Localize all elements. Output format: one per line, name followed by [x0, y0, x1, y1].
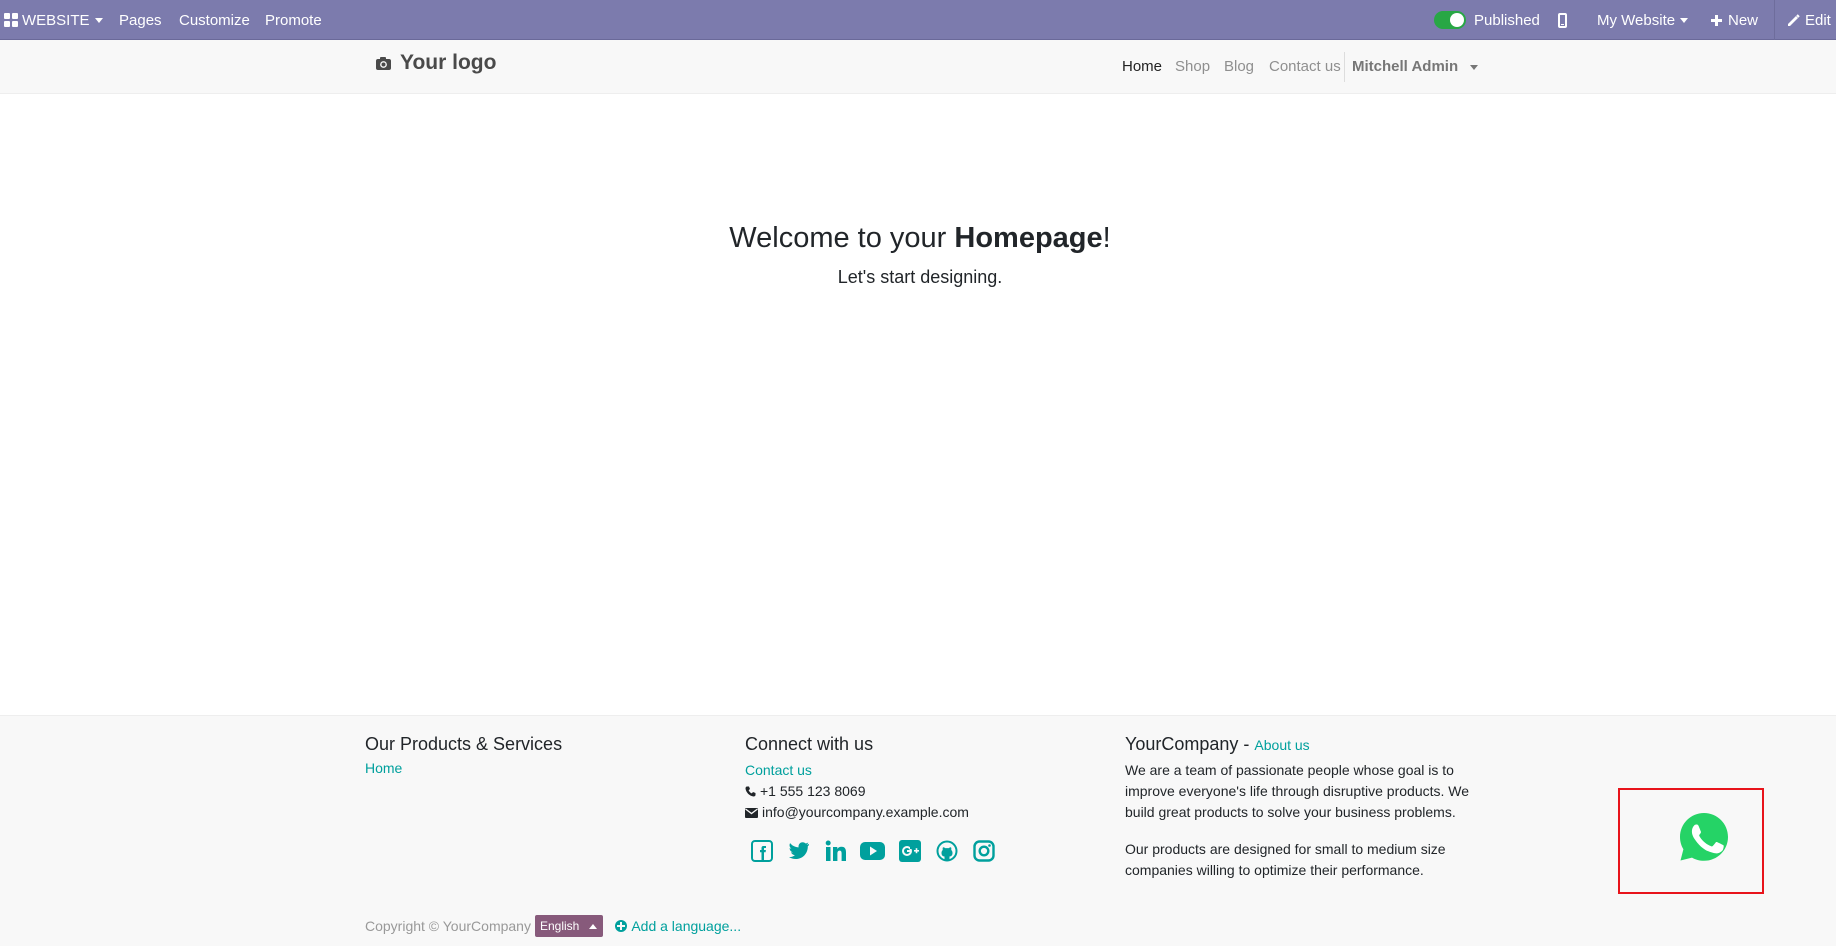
chevron-down-icon [1680, 17, 1689, 23]
google-plus-icon[interactable] [897, 838, 922, 863]
divider [1774, 0, 1775, 40]
site-header: Your logo Home Shop Blog Contact us Mitc… [0, 40, 1836, 94]
apps-icon [4, 13, 18, 27]
site-logo[interactable]: Your logo [375, 51, 496, 75]
user-name: Mitchell Admin [1352, 58, 1459, 75]
about-paragraph-2: Our products are designed for small to m… [1125, 841, 1446, 878]
mobile-icon [1558, 12, 1567, 28]
footer-contact-link[interactable]: Contact us [745, 760, 812, 781]
nav-contact-us[interactable]: Contact us [1269, 40, 1341, 94]
pencil-icon [1788, 13, 1800, 26]
footer-phone: +1 555 123 8069 [745, 781, 1008, 802]
language-label: English [539, 919, 580, 933]
twitter-icon[interactable] [786, 838, 811, 863]
logo-text: Your logo [400, 51, 497, 74]
whatsapp-icon [1680, 813, 1728, 861]
apps-menu-toggle[interactable]: WEBSITE [4, 0, 103, 40]
user-menu[interactable]: Mitchell Admin [1352, 40, 1479, 94]
nav-divider [1344, 52, 1345, 82]
facebook-icon[interactable] [749, 838, 774, 863]
copyright-bar: Copyright © YourCompany English Add a la… [365, 915, 741, 937]
hero-title-suffix: ! [1102, 222, 1111, 254]
hero-title: Welcome to your Homepage! [0, 222, 1836, 255]
published-label: Published [1474, 11, 1540, 29]
site-footer: Our Products & Services Home Connect wit… [0, 715, 1836, 946]
about-us-link[interactable]: About us [1254, 737, 1309, 753]
edit-label: Edit [1805, 11, 1831, 29]
footer-connect-title: Connect with us [745, 734, 874, 754]
language-selector[interactable]: English [534, 915, 604, 937]
whatsapp-button[interactable] [1678, 811, 1730, 863]
footer-home-link[interactable]: Home [365, 760, 402, 776]
envelope-icon [745, 807, 758, 818]
mobile-preview-button[interactable] [1558, 0, 1567, 40]
menu-customize[interactable]: Customize [179, 0, 250, 40]
youtube-icon[interactable] [860, 838, 885, 863]
plus-icon [1711, 14, 1722, 26]
new-label: New [1728, 11, 1759, 29]
nav-home[interactable]: Home [1122, 40, 1162, 94]
footer-email-text: info@yourcompany.example.com [762, 804, 969, 820]
chevron-down-icon [94, 17, 103, 23]
hero-subtitle: Let's start designing. [837, 267, 1003, 287]
footer-about-column: YourCompany - About us We are a team of … [1125, 734, 1480, 881]
website-label: My Website [1597, 11, 1676, 29]
admin-navbar: WEBSITE Pages Customize Promote Publishe… [0, 0, 1836, 40]
copyright-text: Copyright © YourCompany [365, 918, 531, 934]
instagram-icon[interactable] [971, 838, 996, 863]
hero-title-bold: Homepage [954, 222, 1103, 254]
published-toggle[interactable]: Published [1434, 0, 1540, 40]
new-button[interactable]: New [1711, 0, 1758, 40]
chevron-down-icon [1470, 64, 1479, 70]
about-paragraph-1: We are a team of passionate people whose… [1125, 762, 1470, 820]
edit-button[interactable]: Edit [1787, 0, 1831, 40]
plus-circle-icon [615, 920, 628, 932]
website-switcher[interactable]: My Website [1597, 0, 1689, 40]
toggle-switch[interactable] [1434, 11, 1466, 29]
nav-blog[interactable]: Blog [1224, 40, 1254, 94]
footer-phone-text: +1 555 123 8069 [760, 783, 866, 799]
footer-connect-column: Connect with us Contact us +1 555 123 80… [745, 734, 1008, 863]
company-name: YourCompany [1125, 734, 1239, 754]
menu-pages[interactable]: Pages [119, 0, 162, 40]
camera-icon [376, 56, 391, 70]
app-label: WEBSITE [22, 11, 90, 29]
chevron-up-icon [589, 923, 598, 929]
menu-promote[interactable]: Promote [265, 0, 322, 40]
linkedin-icon[interactable] [823, 838, 848, 863]
hero-title-prefix: Welcome to your [729, 222, 955, 254]
social-links [749, 838, 1008, 863]
footer-about-title: YourCompany - About us [1125, 734, 1480, 755]
add-language-label: Add a language... [631, 918, 742, 934]
footer-products-title: Our Products & Services [365, 734, 563, 754]
nav-shop[interactable]: Shop [1175, 40, 1210, 94]
github-icon[interactable] [934, 838, 959, 863]
phone-icon [745, 786, 756, 797]
add-language-link[interactable]: Add a language... [615, 918, 741, 934]
footer-email: info@yourcompany.example.com [745, 802, 1008, 823]
footer-products-column: Our Products & Services Home [365, 734, 562, 778]
title-separator: - [1238, 734, 1255, 754]
